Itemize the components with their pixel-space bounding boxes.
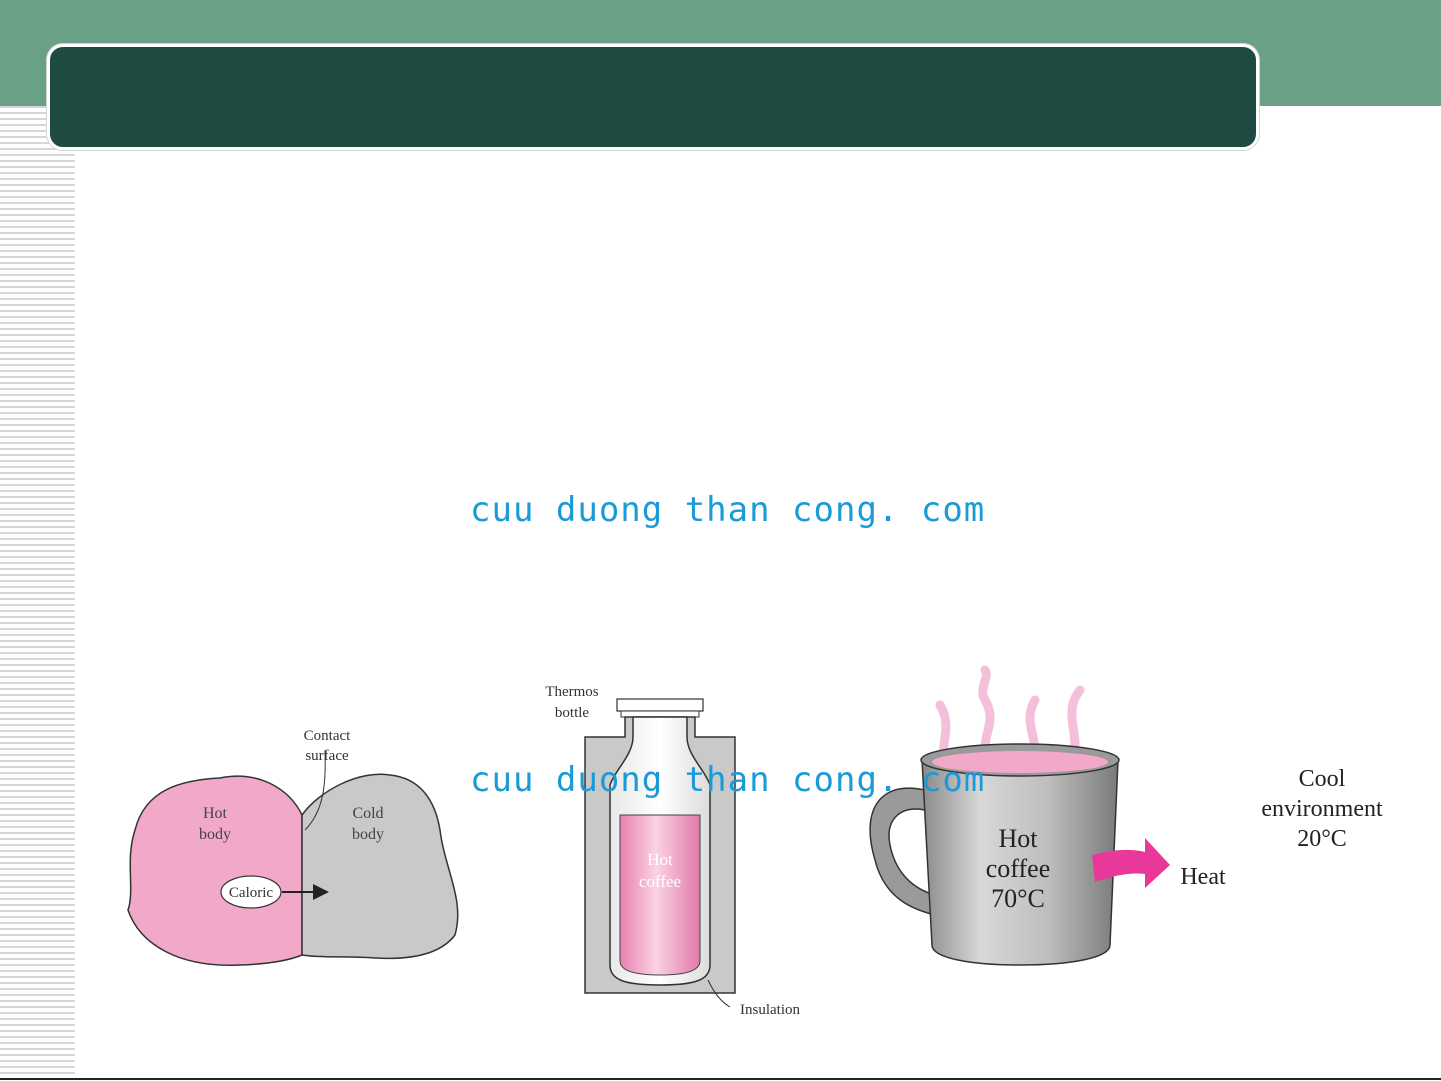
cold-body-shape xyxy=(301,773,459,960)
bottom-rule xyxy=(0,1078,1441,1080)
watermark-text: cuu duong than cong. com xyxy=(470,490,986,530)
title-bar xyxy=(47,44,1259,150)
mug-figure: Hot coffee 70°C Heat Cool environment 20… xyxy=(869,665,1383,966)
caloric-figure: Contact surface Hot body Cold body Calor… xyxy=(127,728,459,966)
contact-label-line1: Contact xyxy=(304,728,351,744)
heat-label: Heat xyxy=(1180,864,1226,890)
mug-coffee-temp: 70°C xyxy=(991,884,1045,913)
thermos-figure: Thermos bottle Hot coffee Insulation xyxy=(545,684,800,1018)
contact-label-line2: surface xyxy=(305,748,349,764)
thermos-label-line1: Thermos xyxy=(545,684,598,700)
thermos-coffee-label-line2: coffee xyxy=(639,872,681,891)
watermark-text: cuu duong than cong. com xyxy=(470,760,986,800)
thermos-cap-rim xyxy=(620,710,700,718)
env-label-line2: environment xyxy=(1261,796,1383,822)
hot-body-label-line2: body xyxy=(199,826,231,843)
cold-body-label-line2: body xyxy=(352,826,384,843)
thermos-coffee-label-line1: Hot xyxy=(647,850,673,869)
env-label-line1: Cool xyxy=(1299,766,1346,792)
left-stripe-decoration xyxy=(0,106,75,1081)
mug-coffee-label-line1: Hot xyxy=(999,824,1039,853)
thermos-cap xyxy=(616,698,704,712)
insulation-label: Insulation xyxy=(740,1002,800,1018)
thermos-coffee xyxy=(619,814,701,976)
env-temp: 20°C xyxy=(1297,826,1347,852)
thermos-label-line2: bottle xyxy=(555,705,590,721)
mug-coffee-label-line2: coffee xyxy=(986,854,1050,883)
cold-body-label-line1: Cold xyxy=(352,805,383,822)
hot-body-label-line1: Hot xyxy=(203,805,228,822)
caloric-label: Caloric xyxy=(229,885,273,901)
